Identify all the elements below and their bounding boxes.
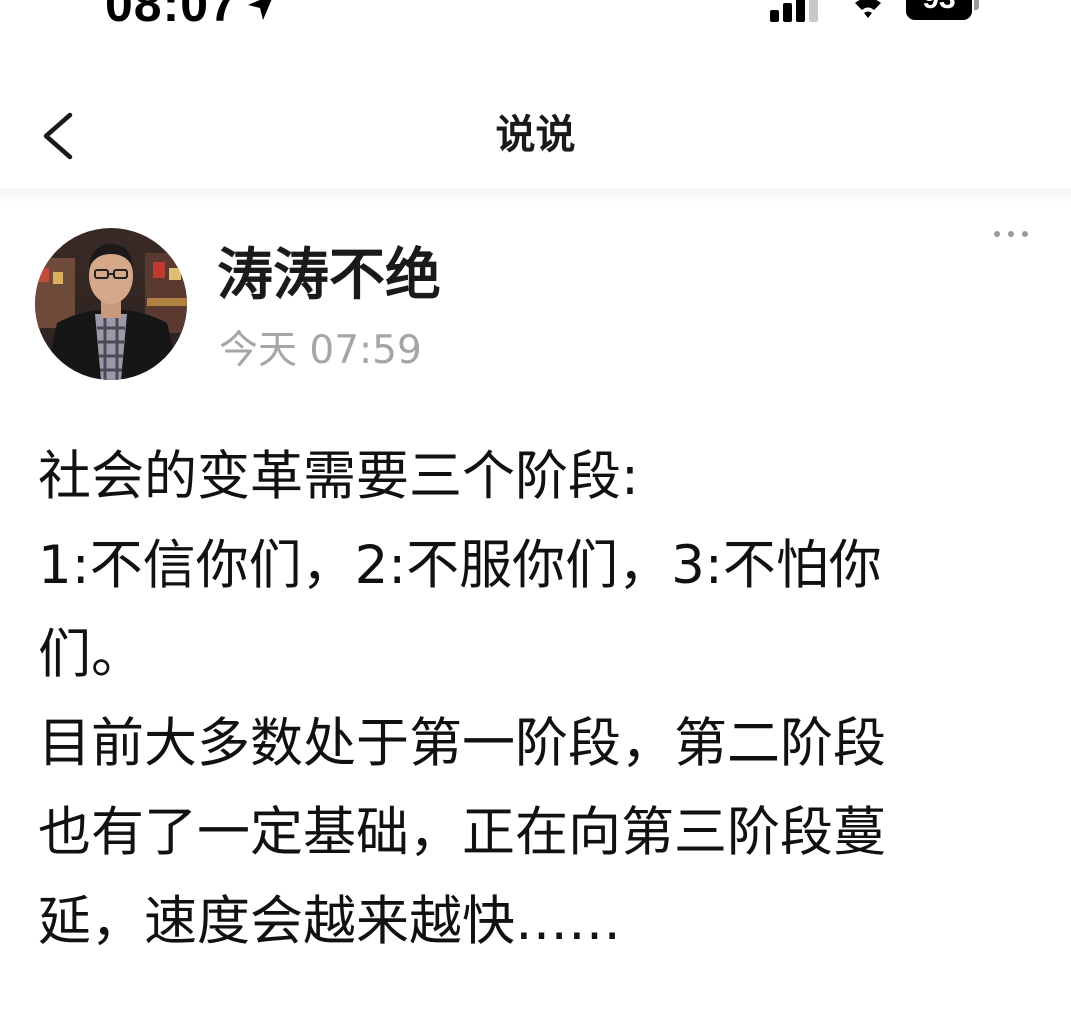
- battery-icon: 93: [906, 0, 972, 20]
- status-bar: 08:07 93: [0, 0, 1071, 40]
- post-line: 也有了一定基础，正在向第三阶段蔓: [38, 802, 886, 863]
- location-arrow-icon: [248, 0, 272, 20]
- author-name[interactable]: 涛涛不绝: [217, 243, 441, 309]
- more-dots-icon: [1022, 231, 1028, 237]
- battery-cap: [974, 0, 979, 10]
- nav-divider: [0, 188, 1071, 204]
- avatar-photo: [35, 228, 187, 380]
- post-timestamp: 今天 07:59: [219, 328, 422, 373]
- post-content: 社会的变革需要三个阶段: 1:不信你们，2:不服你们，3:不怕你 们。 目前大多…: [38, 432, 1028, 966]
- avatar[interactable]: [35, 228, 187, 380]
- post-line: 延，速度会越来越快……: [38, 891, 621, 952]
- status-time: 08:07: [105, 0, 238, 32]
- page-title: 说说: [495, 112, 576, 158]
- post-line: 们。: [38, 624, 144, 685]
- nav-bar: 说说: [0, 90, 1071, 180]
- post-line: 1:不信你们，2:不服你们，3:不怕你: [38, 535, 882, 596]
- post-line: 社会的变革需要三个阶段:: [38, 446, 639, 507]
- more-dots-icon: [1008, 231, 1014, 237]
- wifi-icon: [855, 0, 881, 18]
- more-button[interactable]: [990, 215, 1040, 251]
- more-dots-icon: [994, 231, 1000, 237]
- signal-bars-icon: [770, 0, 818, 22]
- post-line: 目前大多数处于第一阶段，第二阶段: [38, 713, 886, 774]
- battery-level: 93: [906, 0, 972, 16]
